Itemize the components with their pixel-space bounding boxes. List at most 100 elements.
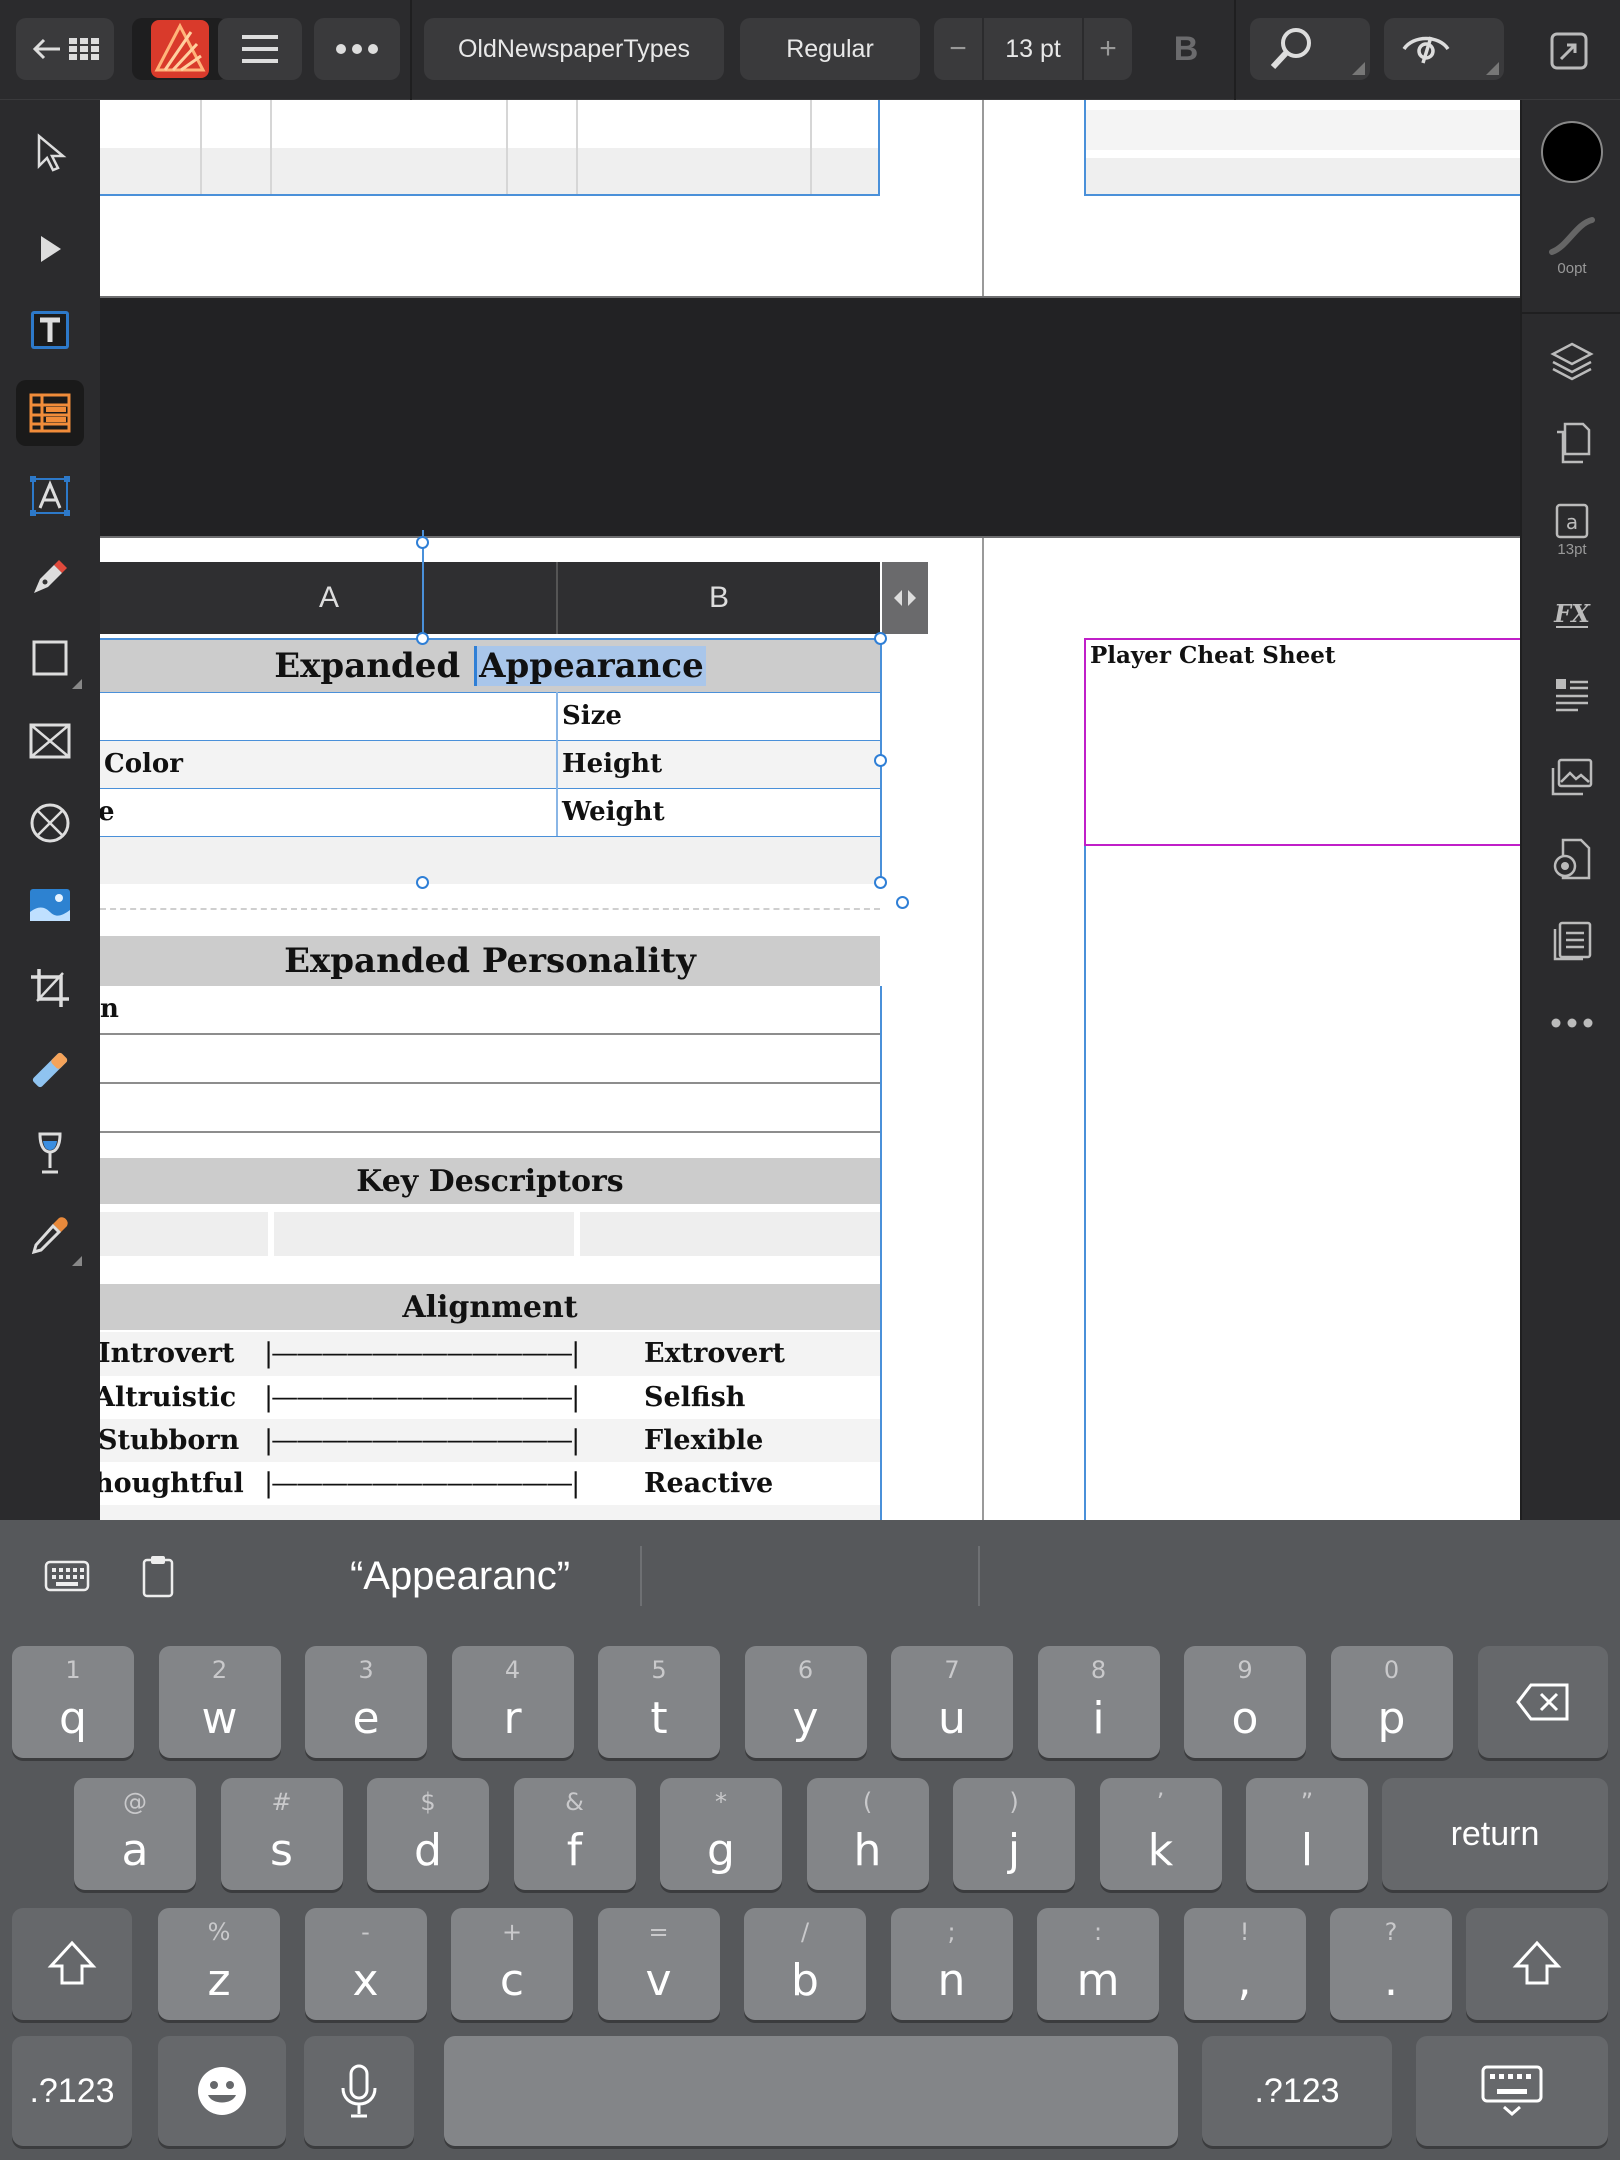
layers-panel-button[interactable] [1538,328,1606,394]
table-row[interactable] [100,836,880,884]
more-panels-button[interactable] [1538,990,1606,1056]
alignment-row[interactable]: houghtful |————————————| Reactive [100,1462,880,1505]
key-m[interactable]: :m [1037,1908,1159,2020]
key-w[interactable]: 2w [158,1646,281,1758]
font-size-decrease-button[interactable]: − [934,32,982,66]
color-picker-tool[interactable] [16,1202,84,1268]
numbers-key-left[interactable]: .?123 [12,2036,132,2146]
key-descriptors-title[interactable]: Key Descriptors [100,1158,880,1204]
resize-handle[interactable] [416,536,429,549]
table-tool[interactable] [16,380,84,446]
key-b[interactable]: / b [744,1908,866,2020]
artistic-text-tool[interactable] [16,463,84,529]
descriptor-cell[interactable] [274,1212,574,1256]
alignment-title[interactable]: Alignment [100,1284,880,1330]
document-setup-button[interactable] [1538,826,1606,892]
vector-brush-tool[interactable] [16,1120,84,1186]
menu-button[interactable] [218,18,302,80]
key-x[interactable]: -x [304,1908,427,2020]
keyboard-shortcuts-button[interactable] [44,1560,92,1594]
fill-color-swatch[interactable] [1538,119,1606,185]
pen-tool[interactable] [16,544,84,610]
cheat-sheet-frame[interactable]: Player Cheat Sheet [1084,638,1520,846]
table-row[interactable]: Color Height [100,740,880,788]
column-header-a[interactable]: A [100,562,558,634]
return-key[interactable]: return [1382,1778,1608,1890]
back-to-documents-button[interactable] [16,18,114,80]
selected-text[interactable]: Appearance [474,646,706,686]
key-l[interactable]: ” l [1246,1778,1368,1890]
document-canvas[interactable]: A B Expanded Appearance Size Color Heigh… [100,100,1520,1520]
key-y[interactable]: 6y [744,1646,867,1758]
key-z[interactable]: % z [158,1908,280,2020]
paste-button[interactable] [142,1554,176,1600]
alignment-row[interactable]: Introvert |————————————| Extrovert [100,1332,880,1376]
resize-handle[interactable] [416,876,429,889]
descriptor-cell[interactable] [580,1212,880,1256]
key-punct[interactable]: ?. [1330,1908,1452,2020]
crop-tool[interactable] [16,955,84,1021]
key-r[interactable]: 4r [451,1646,574,1758]
resize-handle[interactable] [416,632,429,645]
key-q[interactable]: 1q [12,1646,134,1758]
node-tool[interactable] [16,216,84,282]
key-a[interactable]: @ a [74,1778,196,1890]
effects-panel-button[interactable]: FX [1538,580,1606,646]
key-e[interactable]: 3e [305,1646,427,1758]
dictation-key[interactable] [304,2036,414,2146]
numbers-key-right[interactable]: .?123 [1202,2036,1392,2146]
resize-handle[interactable] [874,632,887,645]
personality-title[interactable]: Expanded Personality [100,936,880,986]
dismiss-keyboard-key[interactable] [1416,2036,1608,2146]
descriptor-cell[interactable] [100,1212,268,1256]
key-s[interactable]: # s [220,1778,343,1890]
text-frame-panel-button[interactable] [1538,908,1606,974]
view-mode-button[interactable] [1384,18,1504,80]
bold-button[interactable]: B [1160,18,1212,80]
move-tool[interactable] [16,120,84,186]
text-styles-panel-button[interactable]: a 13pt [1538,492,1606,568]
key-g[interactable]: * g [660,1778,782,1890]
space-key[interactable] [444,2036,1178,2146]
picture-frame-rectangle-tool[interactable] [16,708,84,774]
appearance-title-cell[interactable]: Expanded Appearance [100,640,880,692]
key-p[interactable]: 0p [1330,1646,1453,1758]
delete-key[interactable] [1478,1646,1608,1758]
key-j[interactable]: ) j [953,1778,1075,1890]
stroke-swatch[interactable]: 0opt [1538,200,1606,292]
resize-handle[interactable] [874,876,887,889]
personality-lines[interactable]: n [100,986,880,1134]
key-d[interactable]: $ d [367,1778,489,1890]
key-i[interactable]: 8i [1037,1646,1160,1758]
shift-key-left[interactable] [12,1908,132,2020]
key-n[interactable]: ; n [890,1908,1013,2020]
shift-key-right[interactable] [1466,1908,1608,2020]
table-row[interactable]: Size [100,692,880,740]
app-persona-button[interactable] [132,18,228,80]
font-size-value[interactable]: 13 pt [982,18,1084,80]
rotate-handle[interactable] [896,896,909,909]
key-h[interactable]: (h [806,1778,929,1890]
picture-frame-ellipse-tool[interactable] [16,790,84,856]
transparency-tool[interactable] [16,1037,84,1103]
rectangle-tool[interactable] [16,625,84,691]
fullscreen-button[interactable] [1546,28,1592,74]
more-button[interactable] [314,18,400,80]
prediction-suggestion[interactable]: “Appearanc” [280,1520,640,1632]
key-t[interactable]: 5t [598,1646,720,1758]
table-row[interactable]: e Weight [100,788,880,836]
alignment-row[interactable]: Stubborn |————————————| Flexible [100,1419,880,1462]
column-header-b[interactable]: B [558,562,880,634]
place-image-tool[interactable] [16,872,84,938]
key-v[interactable]: = v [597,1908,720,2020]
key-c[interactable]: + c [451,1908,573,2020]
add-column-handle[interactable] [882,562,928,634]
key-o[interactable]: 9o [1184,1646,1306,1758]
stock-panel-button[interactable] [1538,744,1606,810]
paragraph-panel-button[interactable] [1538,662,1606,728]
key-u[interactable]: 7u [891,1646,1013,1758]
key-f[interactable]: & f [513,1778,636,1890]
key-punct[interactable]: !, [1183,1908,1306,2020]
font-style-selector[interactable]: Regular [740,18,920,80]
zoom-button[interactable] [1250,18,1370,80]
